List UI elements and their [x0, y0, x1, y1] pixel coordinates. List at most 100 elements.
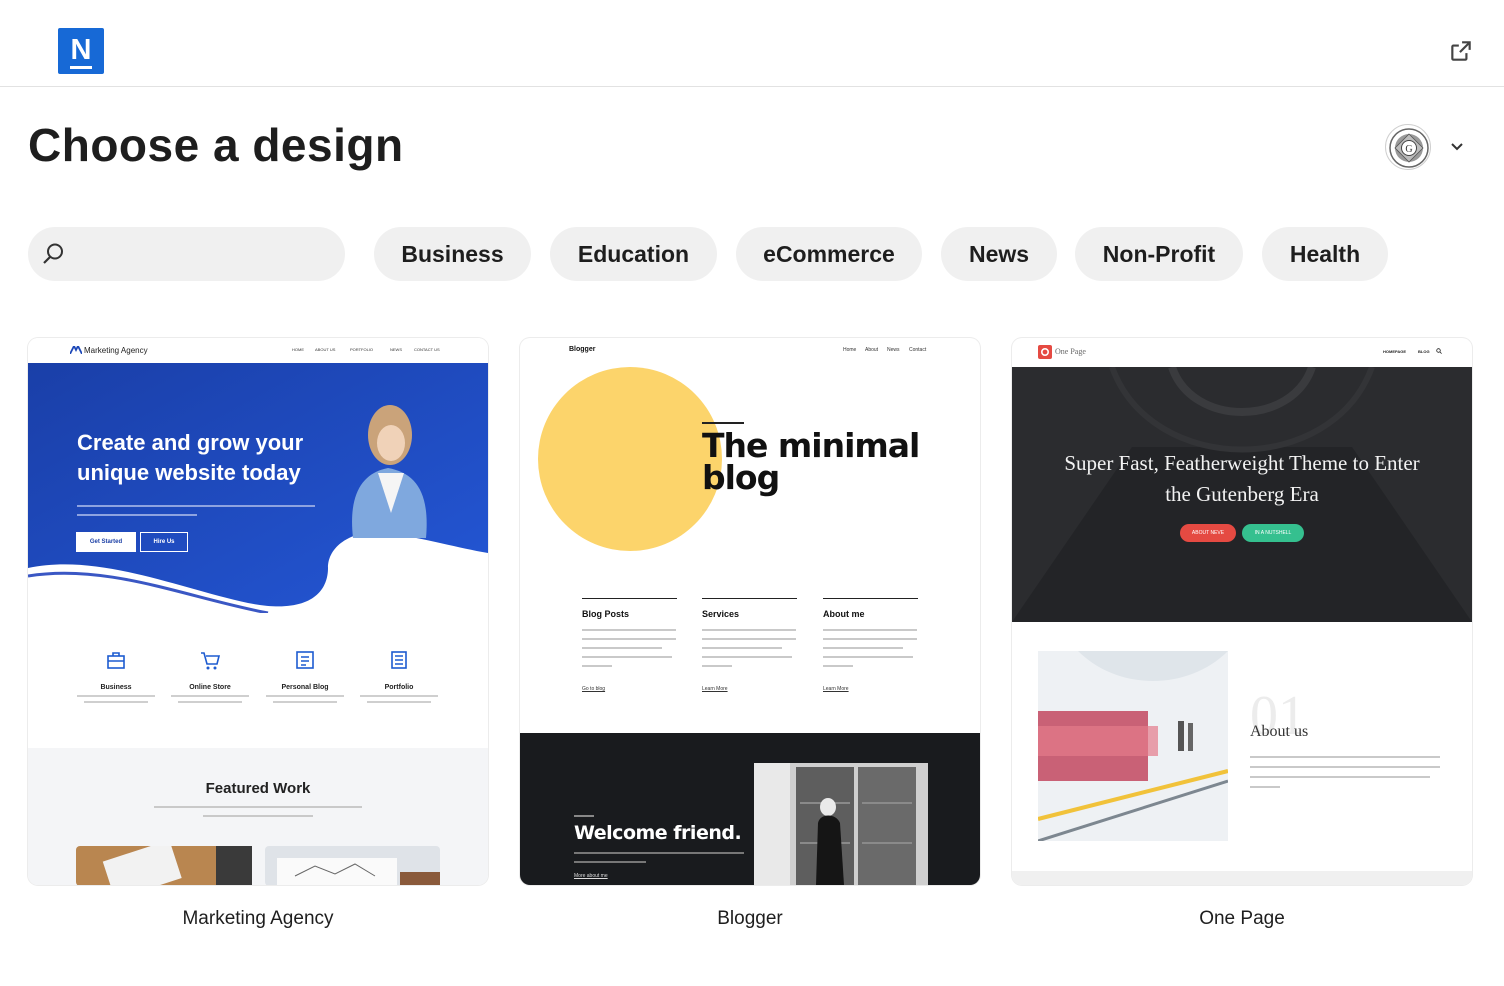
preview-feature: Portfolio	[349, 649, 449, 703]
preview-text-line	[823, 629, 917, 631]
preview-text-line	[823, 647, 903, 649]
preview-nav-item: Contact	[909, 347, 927, 353]
preview-text-line	[582, 647, 662, 649]
search-icon	[1436, 348, 1442, 354]
preview-text-line	[702, 665, 732, 667]
preview-text-line	[823, 665, 853, 667]
portfolio-icon	[391, 651, 407, 669]
category-chip-education[interactable]: Education	[550, 227, 717, 281]
page-title: Choose a design	[28, 119, 404, 171]
preview-nav: Marketing Agency HOME ABOUT US PORTFOLIO…	[28, 338, 488, 363]
logo-letter: N	[70, 34, 92, 66]
preview-text-line	[203, 815, 313, 817]
preview-text-line	[77, 505, 315, 507]
preview-text-line	[360, 695, 438, 697]
preview-nav-item: About	[865, 347, 879, 353]
preview-text-line	[1250, 766, 1440, 768]
design-card-one-page[interactable]: One Page HOMEPAGE BLOG Super Fast, Feath…	[1012, 338, 1472, 885]
preview-brand: One Page	[1055, 347, 1086, 356]
category-chip-health[interactable]: Health	[1262, 227, 1388, 281]
preview-nav-item: HOMEPAGE	[1383, 349, 1407, 354]
design-card-marketing-agency[interactable]: Marketing Agency HOME ABOUT US PORTFOLIO…	[28, 338, 488, 885]
preview-secondary-button: Hire Us	[140, 532, 188, 552]
preview-column-title: Blog Posts	[582, 609, 630, 619]
preview-text-line	[823, 656, 913, 658]
preview-text-line	[84, 701, 148, 703]
preview-feature-title: Personal Blog	[281, 684, 329, 691]
preview-image	[265, 846, 440, 885]
logo-underline	[70, 66, 92, 69]
category-chip-business[interactable]: Business	[374, 227, 531, 281]
preview-headline: Create and grow your unique website toda…	[77, 430, 304, 485]
preview-text-line	[702, 629, 796, 631]
preview-text-line	[273, 701, 337, 703]
preview-link: Go to blog	[582, 686, 606, 692]
preview-text-line	[154, 806, 362, 808]
preview-text-line	[266, 695, 344, 697]
preview-text-line	[1250, 756, 1440, 758]
preview-brand: Blogger	[569, 346, 596, 353]
preview-text-line	[702, 422, 744, 424]
external-link-icon[interactable]	[1448, 38, 1474, 64]
preview-text-line	[178, 701, 242, 703]
preview-button: ABOUT NEVE	[1180, 524, 1236, 542]
preview-text-line	[702, 647, 782, 649]
preview-text-line	[574, 852, 744, 854]
preview-nav-item: HOME	[292, 347, 304, 352]
document-icon	[296, 651, 314, 669]
preview-section-title: About us	[1250, 723, 1309, 740]
search-input[interactable]	[28, 227, 345, 281]
preview-text-line	[582, 656, 672, 658]
design-name[interactable]: Blogger	[520, 908, 980, 930]
preview-text-line	[582, 629, 676, 631]
preview-brand: Marketing Agency	[84, 346, 148, 355]
design-name[interactable]: One Page	[1012, 908, 1472, 930]
preview-headline: The minimal blog	[702, 426, 920, 497]
preview-text-line	[1250, 786, 1280, 788]
preview-link: More about me	[574, 873, 608, 879]
preview-text-line	[77, 695, 155, 697]
preview-hero-background	[28, 363, 488, 613]
preview-text-line	[574, 815, 594, 817]
preview-text-line	[582, 638, 676, 640]
design-card-blogger[interactable]: Blogger Home About News Contact The mini…	[520, 338, 980, 885]
preview-rule	[823, 598, 918, 599]
preview-feature: Online Store	[160, 649, 260, 703]
preview-feature: Business	[66, 649, 166, 703]
preview-footer-strip	[1012, 871, 1472, 885]
category-chip-news[interactable]: News	[941, 227, 1057, 281]
design-name[interactable]: Marketing Agency	[28, 908, 488, 930]
avatar[interactable]: G	[1385, 124, 1431, 170]
cart-icon	[201, 652, 221, 670]
brand-mark-icon	[70, 346, 82, 354]
preview-link: Learn More	[702, 686, 728, 692]
preview-text-line	[574, 861, 646, 863]
preview-rule	[702, 598, 797, 599]
preview-column: Services	[702, 598, 797, 619]
preview-photo	[1038, 651, 1228, 841]
chevron-down-icon[interactable]	[1448, 137, 1466, 155]
preview-nav-item: NEWS	[390, 347, 402, 352]
preview-text-line	[77, 514, 197, 516]
preview-photo	[754, 763, 928, 885]
svg-text:G: G	[1405, 144, 1412, 155]
preview-text-line	[702, 638, 796, 640]
preview-text-line	[1250, 776, 1430, 778]
preview-nav-item: Home	[843, 347, 857, 353]
preview-nav-item: PORTFOLIO	[350, 347, 374, 352]
preview-feature-title: Online Store	[189, 684, 231, 691]
preview-link: Learn More	[823, 686, 849, 692]
preview-column: About me	[823, 598, 918, 619]
preview-text-line	[702, 656, 792, 658]
brand-mark-icon	[1038, 345, 1052, 359]
preview-nav-item: ABOUT US	[315, 347, 336, 352]
category-chip-non-profit[interactable]: Non-Profit	[1075, 227, 1243, 281]
category-chip-ecommerce[interactable]: eCommerce	[736, 227, 922, 281]
preview-nav-item: BLOG	[1418, 349, 1430, 354]
gravatar-icon: G	[1389, 128, 1429, 168]
site-logo[interactable]: N	[58, 28, 104, 74]
preview-button: IN A NUTSHELL	[1242, 524, 1304, 542]
preview-feature: Personal Blog	[255, 649, 355, 703]
preview-feature-title: Business	[100, 684, 132, 691]
preview-column-title: About me	[823, 609, 865, 619]
